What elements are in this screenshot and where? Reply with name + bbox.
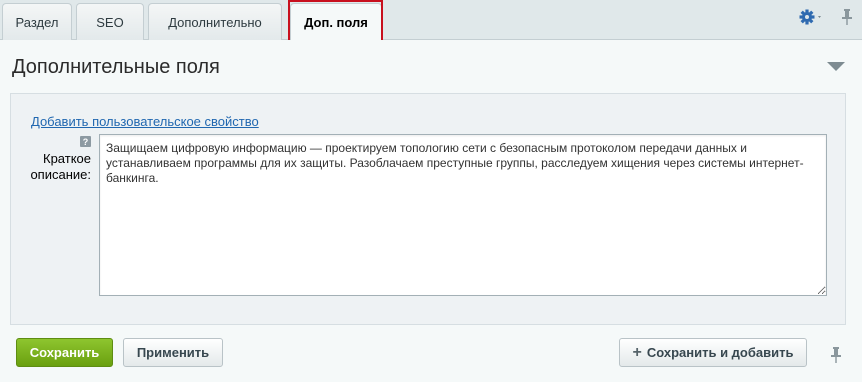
gear-icon[interactable] xyxy=(796,7,826,27)
help-icon[interactable]: ? xyxy=(80,136,91,147)
custom-fields-panel: Добавить пользовательское свойство ? Кра… xyxy=(10,93,846,325)
save-and-add-button[interactable]: + Сохранить и добавить xyxy=(619,338,807,367)
tab-dop-polya[interactable]: Доп. поля xyxy=(290,3,382,41)
add-user-property-link[interactable]: Добавить пользовательское свойство xyxy=(31,114,259,129)
tab-seo[interactable]: SEO xyxy=(76,3,144,40)
tab-dopolnitelno[interactable]: Дополнительно xyxy=(148,3,282,40)
short-description-textarea[interactable]: Защищаем цифровую информацию — проектиру… xyxy=(99,134,827,296)
plus-icon: + xyxy=(632,343,642,361)
pin-icon[interactable] xyxy=(838,6,856,28)
section-title: Дополнительные поля xyxy=(12,56,220,78)
tab-bar: Раздел SEO Дополнительно Доп. поля xyxy=(0,0,862,42)
apply-button[interactable]: Применить xyxy=(123,338,223,367)
tab-razdel[interactable]: Раздел xyxy=(2,3,72,40)
pin-icon[interactable] xyxy=(828,345,844,365)
save-button[interactable]: Сохранить xyxy=(16,338,113,367)
save-and-add-label: Сохранить и добавить xyxy=(646,345,794,360)
short-description-label: Краткое описание: xyxy=(30,151,91,182)
collapse-triangle-icon[interactable] xyxy=(826,60,846,72)
tab-content: Дополнительные поля Добавить пользовател… xyxy=(0,40,862,382)
